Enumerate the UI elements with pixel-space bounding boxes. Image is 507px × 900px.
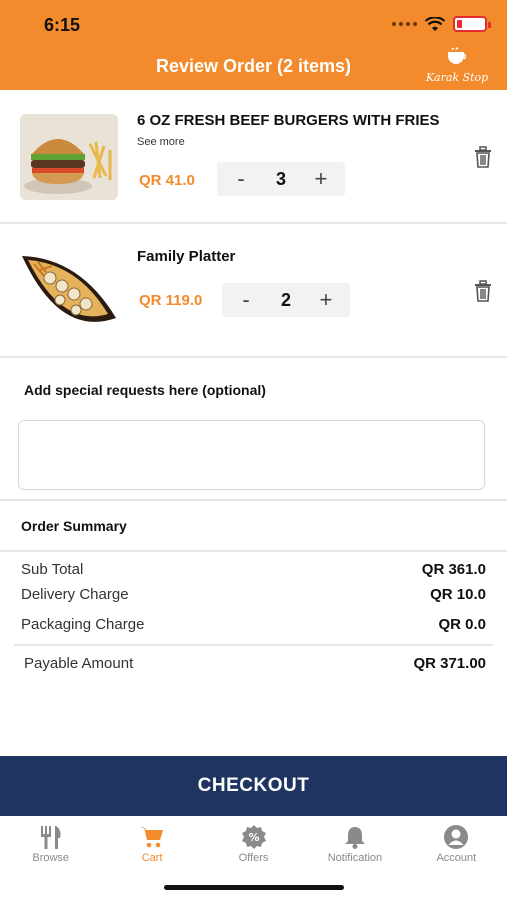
item-price: QR 119.0 [139, 292, 203, 309]
cart-item: Family Platter QR 119.0 - 2 + [0, 226, 507, 358]
user-icon [444, 825, 469, 849]
item-name: 6 OZ FRESH BEEF BURGERS WITH FRIES [137, 112, 440, 129]
item-name: Family Platter [137, 248, 236, 265]
increase-button[interactable]: + [316, 287, 336, 313]
increase-button[interactable]: + [311, 166, 331, 192]
offer-badge-icon: % [241, 825, 266, 849]
svg-text:%: % [248, 831, 259, 844]
delivery-charge-label: Delivery Charge [21, 586, 129, 603]
special-requests-input[interactable] [18, 420, 485, 490]
tab-label: Offers [238, 852, 269, 864]
trash-icon[interactable] [473, 280, 493, 302]
tab-label: Browse [32, 852, 70, 864]
order-summary-title: Order Summary [21, 518, 127, 534]
quantity-value: 3 [275, 168, 286, 189]
platter-image [20, 248, 118, 334]
status-bar: 6:15 [0, 0, 507, 48]
sub-total-row: Sub Total QR 361.0 [21, 561, 486, 578]
tab-label: Notification [327, 852, 383, 864]
tab-browse[interactable]: Browse [0, 816, 101, 900]
status-icons [392, 16, 491, 32]
packaging-charge-label: Packaging Charge [21, 616, 145, 633]
app-header: 6:15 Review Order (2 items) Karak Stop [0, 0, 507, 90]
payable-amount-label: Payable Amount [24, 655, 134, 672]
tab-label: Cart [141, 852, 163, 864]
cup-logo-icon [448, 47, 467, 64]
brand-name: Karak Stop [425, 71, 489, 84]
delivery-charge-row: Delivery Charge QR 10.0 [21, 586, 486, 603]
cart-icon [140, 827, 164, 848]
cart-item: 6 OZ FRESH BEEF BURGERS WITH FRIES See m… [0, 92, 507, 224]
sub-total-label: Sub Total [21, 561, 84, 578]
battery-icon [453, 16, 491, 32]
home-indicator [164, 885, 344, 890]
item-price: QR 41.0 [139, 172, 195, 189]
decrease-button[interactable]: - [231, 166, 251, 192]
special-requests-label: Add special requests here (optional) [24, 382, 266, 398]
quantity-stepper: - 3 + [217, 162, 345, 196]
decrease-button[interactable]: - [236, 287, 256, 313]
payable-amount-row: Payable Amount QR 371.00 [24, 655, 486, 672]
tab-label: Account [436, 852, 477, 864]
signal-icon [392, 22, 417, 26]
bell-icon [344, 827, 365, 849]
burger-image [20, 114, 118, 200]
tab-account[interactable]: Account [406, 816, 507, 900]
packaging-charge-value: QR 0.0 [438, 616, 486, 633]
packaging-charge-row: Packaging Charge QR 0.0 [21, 616, 486, 633]
payable-amount-value: QR 371.00 [413, 655, 486, 672]
sub-total-value: QR 361.0 [421, 561, 486, 578]
checkout-button[interactable]: CHECKOUT [0, 756, 507, 816]
quantity-stepper: - 2 + [222, 283, 350, 317]
wifi-icon [425, 16, 445, 31]
delivery-charge-value: QR 10.0 [430, 586, 486, 603]
quantity-value: 2 [280, 289, 291, 310]
fork-knife-icon [40, 826, 61, 849]
divider [14, 644, 493, 646]
see-more-link[interactable]: See more [137, 136, 185, 148]
divider [0, 550, 507, 552]
divider [0, 499, 507, 501]
status-time: 6:15 [44, 15, 81, 35]
trash-icon[interactable] [473, 146, 493, 168]
brand-logo: Karak Stop [425, 46, 489, 86]
